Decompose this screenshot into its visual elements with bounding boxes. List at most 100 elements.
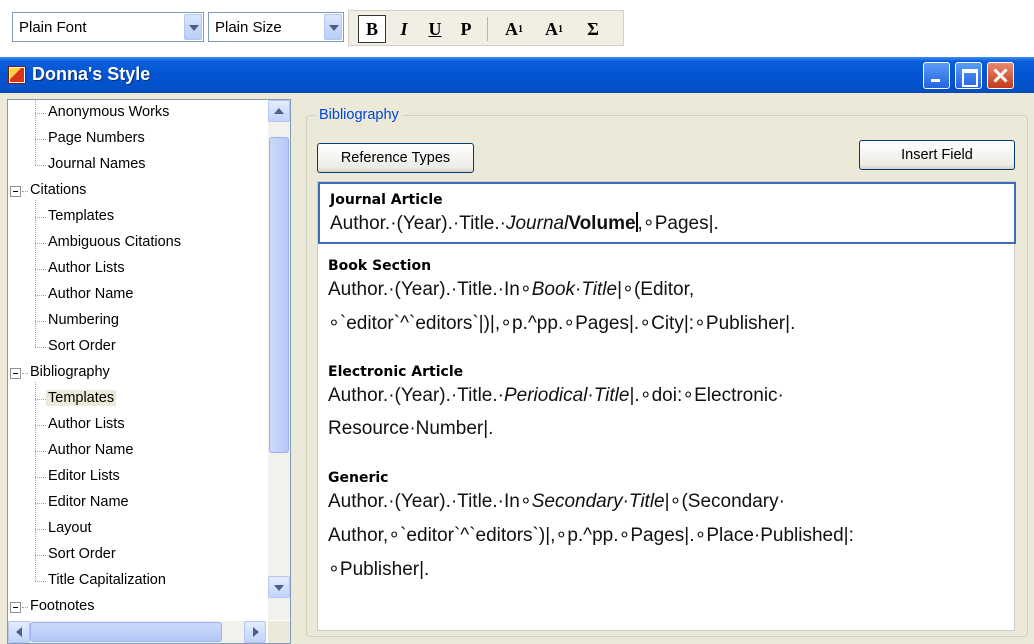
template-text: Author,∘`editor`^`editors`)|,∘p.^pp.∘Pag… — [328, 525, 854, 546]
template-text: ∘Publisher|. — [328, 559, 430, 580]
template-line: Author.·(Year).·Title.·JournalVolume ,∘Pa… — [330, 212, 719, 235]
scroll-right-button[interactable] — [244, 621, 266, 643]
template-line: Resource·Number|. — [328, 418, 493, 440]
minimize-button[interactable] — [923, 62, 950, 89]
tree-item[interactable]: Templates — [46, 388, 117, 412]
plain-button[interactable]: P — [452, 15, 480, 43]
tree-item[interactable]: Author Lists — [46, 258, 127, 282]
tree-item[interactable]: Sort Order — [46, 544, 118, 568]
template-block[interactable]: Electronic Article Author.·(Year).·Title.… — [318, 354, 1016, 456]
tree-item-label: Anonymous Works — [48, 104, 170, 120]
tree-item[interactable]: Ambiguous Citations — [46, 232, 183, 256]
insert-field-button[interactable]: Insert Field — [859, 140, 1015, 170]
tree-item[interactable]: Author Name — [46, 284, 135, 308]
tree-item[interactable]: Layout — [46, 518, 94, 542]
app-icon — [8, 66, 26, 84]
chevron-up-icon — [274, 108, 284, 114]
chevron-down-icon[interactable] — [324, 14, 342, 40]
tree-item[interactable]: Title Capitalization — [46, 570, 168, 594]
scroll-left-button[interactable] — [8, 621, 30, 643]
template-line: ∘Publisher|. — [328, 558, 429, 581]
tree-connector — [35, 347, 46, 348]
superscript-button[interactable]: A1 — [497, 15, 531, 43]
tree-connector — [35, 139, 46, 140]
font-combo-value: Plain Font — [19, 19, 87, 36]
tree-item[interactable]: Sort Order — [46, 336, 118, 360]
scrollbar-corner — [268, 621, 290, 643]
underline-button[interactable]: U — [421, 15, 449, 43]
tree-connector — [35, 451, 46, 452]
tree-item-label: Journal Names — [48, 156, 146, 172]
template-name: Generic — [328, 470, 389, 486]
size-combo[interactable]: Plain Size — [208, 12, 344, 42]
scroll-thumb[interactable] — [269, 137, 289, 453]
tree-connector — [35, 503, 46, 504]
tree-item[interactable]: Editor Name — [46, 492, 131, 516]
tree-vertical-scrollbar[interactable] — [268, 100, 290, 620]
tree-item[interactable]: Editor Lists — [46, 466, 122, 490]
tree-item[interactable]: Author Lists — [46, 414, 127, 438]
tree-item[interactable]: Page Numbers — [46, 128, 147, 152]
template-block[interactable]: Journal Article Author.·(Year).·Title.·Jo… — [318, 182, 1016, 244]
tree-connector — [35, 200, 36, 347]
bibliography-group: Bibliography Reference Types Insert Fiel… — [306, 107, 1028, 637]
italic-button[interactable]: I — [390, 15, 418, 43]
group-label: Bibliography — [315, 107, 403, 123]
tree-connector — [35, 382, 36, 581]
tree-item[interactable]: Author Name — [46, 440, 135, 464]
template-name: Journal Article — [330, 192, 443, 208]
tree-item[interactable]: Citations — [28, 180, 88, 204]
templates-editor[interactable]: Journal Article Author.·(Year).·Title.·Jo… — [317, 181, 1016, 631]
scroll-up-button[interactable] — [268, 100, 290, 122]
tree-horizontal-scrollbar[interactable] — [8, 621, 266, 643]
tree-item[interactable]: Numbering — [46, 310, 121, 334]
italic-field: Periodical·Title — [503, 385, 630, 406]
title-bar[interactable]: Donna's Style — [0, 57, 1034, 93]
template-block[interactable]: Generic Author.·(Year).·Title.·In∘Seconda… — [318, 460, 1016, 588]
font-combo[interactable]: Plain Font — [12, 12, 204, 42]
subscript-button[interactable]: A1 — [537, 15, 571, 43]
tree-connector — [35, 269, 46, 270]
tree-item[interactable]: Footnotes — [28, 596, 97, 620]
tree-item[interactable]: Templates — [46, 206, 116, 230]
subscript-mark: 1 — [558, 23, 563, 35]
tree-item-label: Author Lists — [48, 260, 125, 276]
chevron-down-icon[interactable] — [184, 14, 202, 40]
tree-item-label: Templates — [48, 208, 115, 224]
tree-item[interactable]: Bibliography — [28, 362, 112, 386]
collapse-icon[interactable] — [10, 186, 21, 197]
tree-item-label: Page Numbers — [48, 130, 145, 146]
template-line: ∘`editor`^`editors`|)|,∘p.^pp.∘Pages|.∘C… — [328, 312, 795, 335]
collapse-icon[interactable] — [10, 602, 21, 613]
italic-field: Secondary·Title — [531, 491, 665, 512]
symbol-button[interactable]: Σ — [579, 15, 607, 43]
tree-item-label: Sort Order — [48, 338, 116, 354]
template-block[interactable]: Book Section Author.·(Year).·Title.·In∘Bo… — [318, 248, 1016, 350]
panel-splitter[interactable] — [295, 99, 299, 644]
tree-item-label: Numbering — [48, 312, 119, 328]
tree-connector — [35, 100, 36, 165]
tree-connector — [22, 191, 28, 192]
scroll-down-button[interactable] — [268, 576, 290, 598]
tree-item-label: Author Name — [48, 442, 134, 458]
tree-item-label: Author Lists — [48, 416, 125, 432]
close-button[interactable] — [987, 62, 1014, 89]
template-text: ,∘Pages|. — [637, 213, 719, 234]
tree-item[interactable]: Anonymous Works — [46, 102, 171, 126]
tree-item-label: Citations — [30, 182, 87, 198]
template-text: |∘(Editor, — [617, 279, 695, 300]
collapse-icon[interactable] — [10, 368, 21, 379]
tree-item-label: Editor Lists — [48, 468, 120, 484]
template-line: Author.·(Year).·Title.·Periodical·Title|… — [328, 384, 784, 407]
tree-connector — [35, 555, 46, 556]
reference-types-button[interactable]: Reference Types — [317, 143, 474, 173]
maximize-button[interactable] — [955, 62, 982, 89]
template-line: Author.·(Year).·Title.·In∘Book·Title|∘(E… — [328, 278, 694, 301]
italic-field: Journal — [505, 213, 569, 234]
scroll-thumb[interactable] — [30, 622, 222, 642]
bold-button[interactable]: B — [358, 15, 386, 43]
template-text: ∘`editor`^`editors`|)|,∘p.^pp.∘Pages|.∘C… — [328, 313, 796, 334]
template-line: Author.·(Year).·Title.·In∘Secondary·Titl… — [328, 490, 785, 513]
tree-item[interactable]: Journal Names — [46, 154, 148, 178]
formatting-toolbar: Plain Font Plain Size B I U P A1 A1 Σ — [0, 0, 1034, 52]
